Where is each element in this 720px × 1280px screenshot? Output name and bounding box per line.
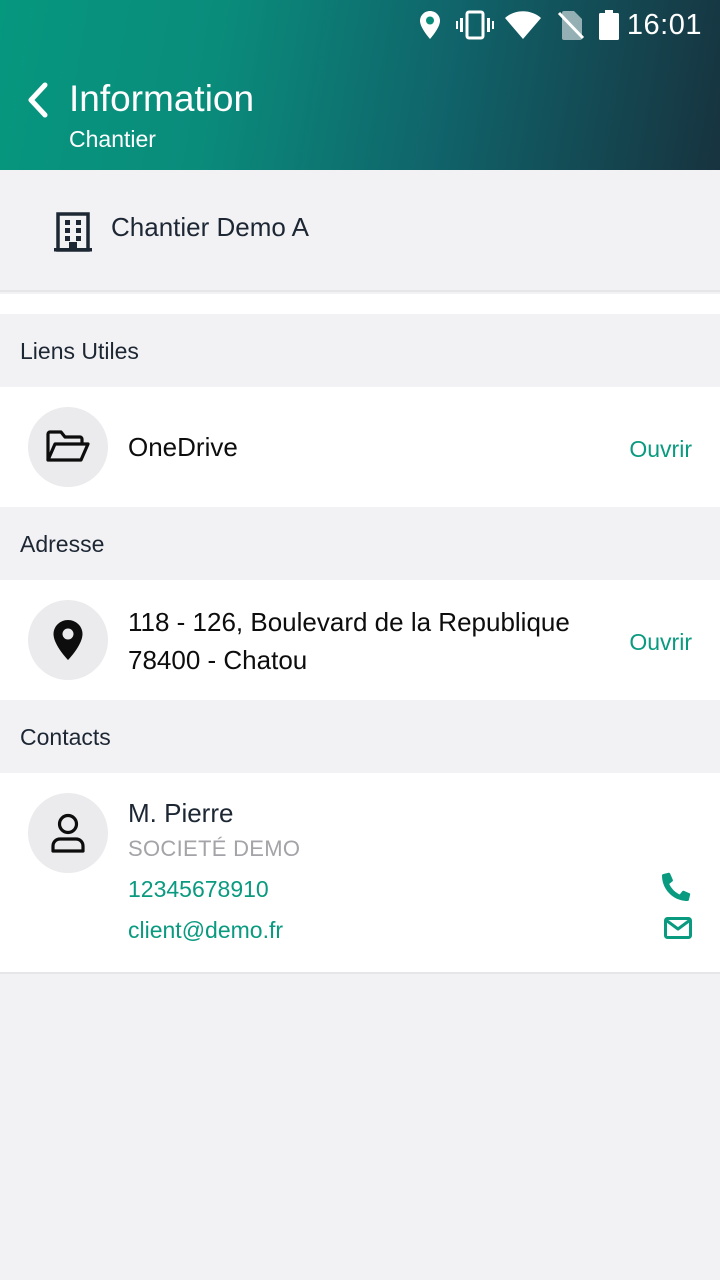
mail-icon[interactable] bbox=[664, 917, 692, 944]
battery-icon bbox=[598, 10, 620, 45]
location-icon bbox=[418, 10, 442, 45]
folder-open-icon bbox=[28, 407, 108, 487]
section-title-address: Adresse bbox=[20, 531, 105, 557]
page-subtitle: Chantier bbox=[69, 126, 156, 152]
chevron-left-icon bbox=[28, 82, 48, 118]
vibrate-icon bbox=[456, 10, 494, 45]
contact-name: M. Pierre bbox=[128, 798, 234, 828]
address-line-1: 118 - 126, Boulevard de la Republique bbox=[128, 607, 570, 637]
contact-email-link[interactable]: client@demo.fr bbox=[128, 917, 283, 944]
contact-company: SOCIETÉ DEMO bbox=[128, 836, 301, 861]
link-label: OneDrive bbox=[128, 432, 238, 462]
map-pin-icon bbox=[28, 600, 108, 680]
app-header: 16:01 Information Chantier bbox=[0, 0, 720, 170]
open-onedrive-link[interactable]: Ouvrir bbox=[629, 436, 692, 463]
open-address-link[interactable]: Ouvrir bbox=[629, 629, 692, 656]
section-title-contacts: Contacts bbox=[20, 724, 111, 750]
no-sim-icon bbox=[557, 10, 585, 45]
link-row-onedrive[interactable]: OneDrive Ouvrir bbox=[0, 387, 720, 507]
user-icon bbox=[28, 793, 108, 873]
contact-phone-link[interactable]: 12345678910 bbox=[128, 876, 269, 903]
status-time: 16:01 bbox=[626, 9, 702, 41]
divider bbox=[0, 294, 720, 314]
section-title-links: Liens Utiles bbox=[20, 338, 139, 364]
wifi-icon bbox=[504, 10, 542, 45]
address-row[interactable]: 118 - 126, Boulevard de la Republique 78… bbox=[0, 580, 720, 700]
back-button[interactable] bbox=[18, 80, 58, 120]
site-card bbox=[0, 170, 720, 292]
status-bar: 16:01 bbox=[0, 0, 720, 50]
phone-icon[interactable] bbox=[661, 872, 692, 907]
site-name: Chantier Demo A bbox=[111, 212, 309, 242]
divider bbox=[0, 972, 720, 974]
contact-card bbox=[0, 773, 720, 972]
address-line-2: 78400 - Chatou bbox=[128, 645, 308, 675]
page-title: Information bbox=[69, 78, 255, 119]
building-icon bbox=[54, 212, 92, 257]
